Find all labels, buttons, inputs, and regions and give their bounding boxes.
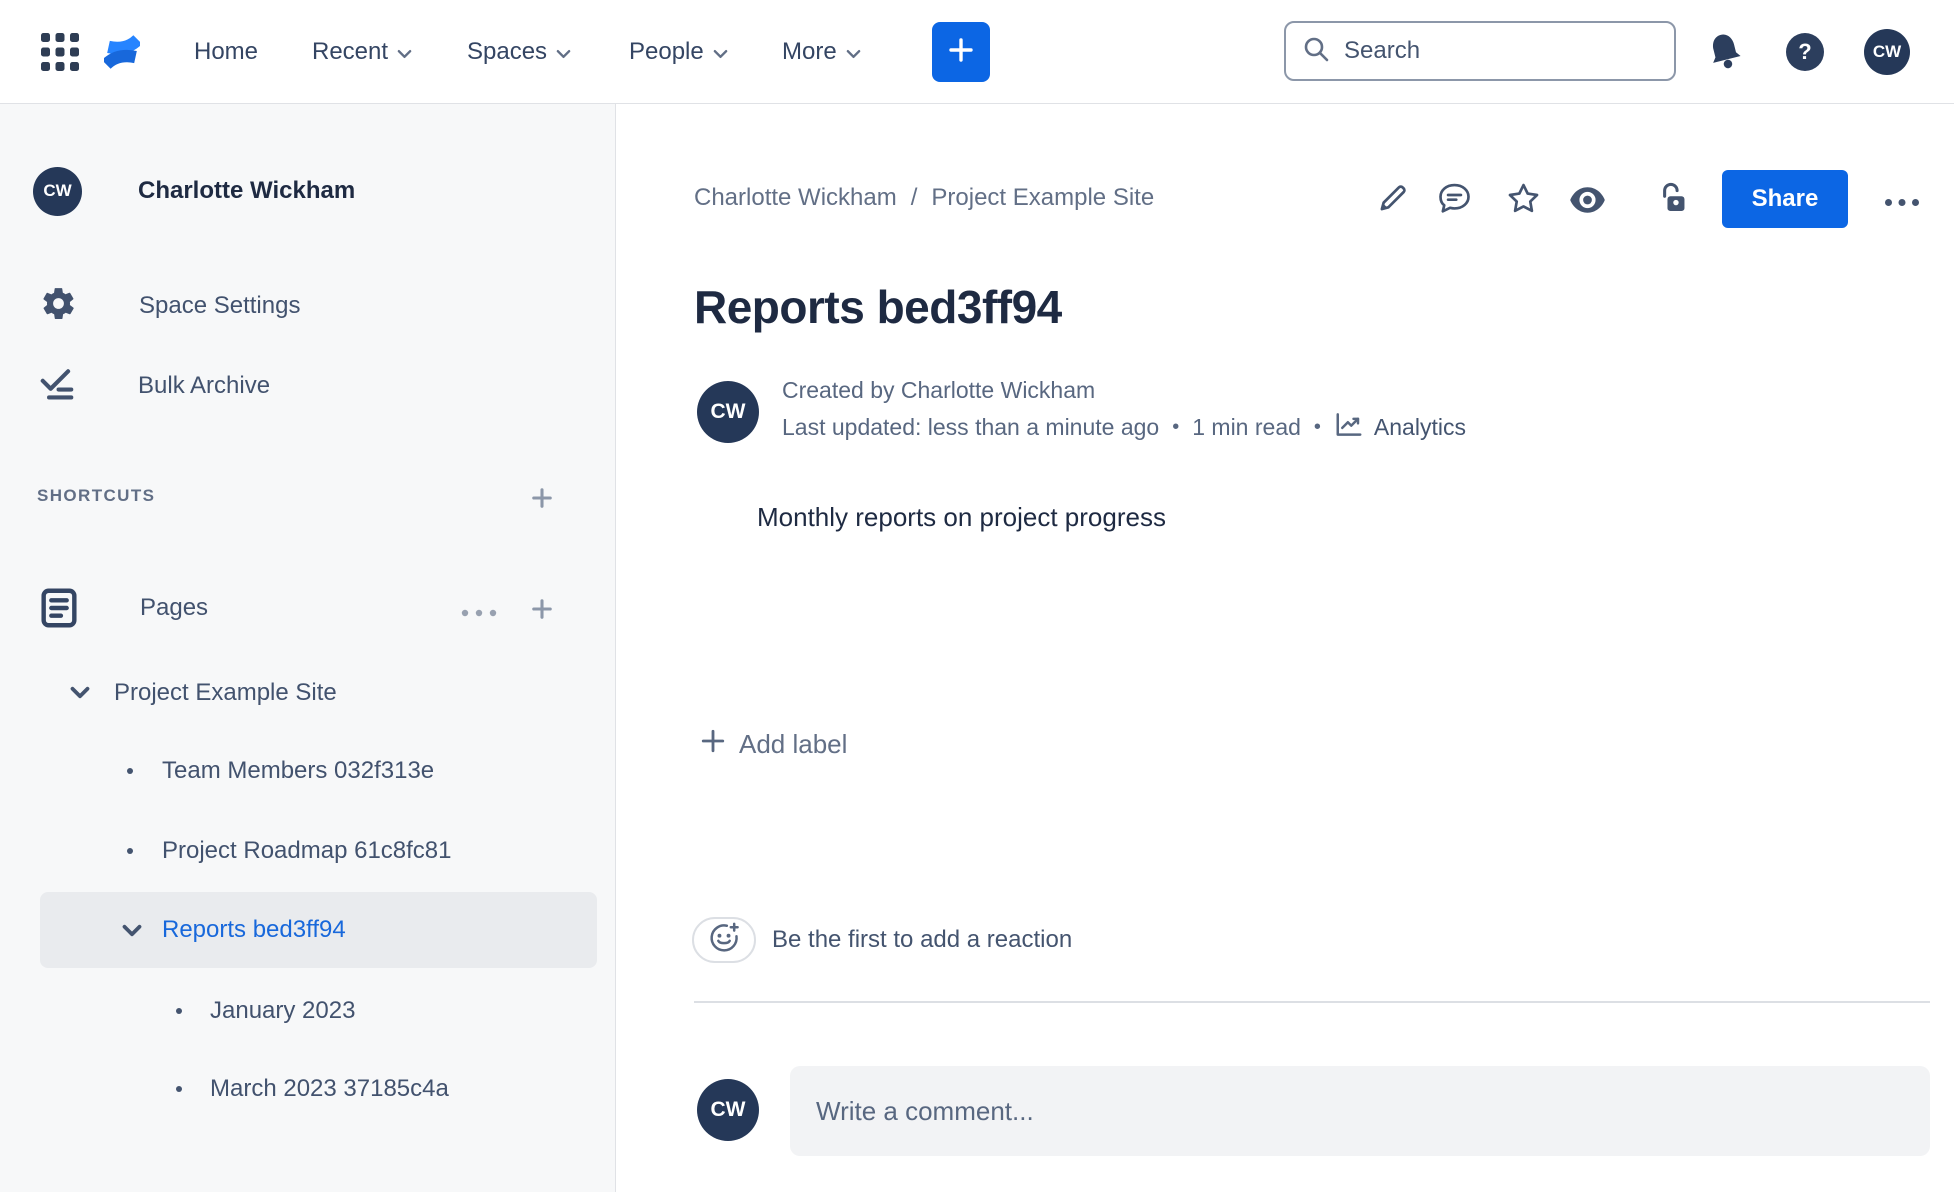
last-updated-text: Last updated: less than a minute ago xyxy=(782,414,1160,440)
help-icon[interactable]: ? xyxy=(1786,33,1824,71)
bullet-icon xyxy=(127,848,133,854)
comment-bubble-icon[interactable] xyxy=(1437,181,1472,221)
add-page-button[interactable] xyxy=(531,598,553,625)
sidebar-item-pages[interactable]: Pages xyxy=(140,594,208,622)
tree-item-label: January 2023 xyxy=(210,997,356,1024)
add-reaction-button[interactable] xyxy=(692,917,756,963)
top-navigation-bar: Home Recent Spaces People More Search ? … xyxy=(0,0,1954,104)
breadcrumb-separator: / xyxy=(910,184,918,211)
comment-input-box[interactable] xyxy=(790,1066,1930,1156)
confluence-app: Home Recent Spaces People More Search ? … xyxy=(0,0,1954,1192)
page-title: Reports bed3ff94 xyxy=(694,281,1062,333)
author-avatar[interactable]: CW xyxy=(697,381,759,443)
help-glyph: ? xyxy=(1798,39,1812,64)
collapse-chevron-icon[interactable] xyxy=(122,924,142,942)
avatar-initials: CW xyxy=(1872,42,1902,61)
chevron-down-icon xyxy=(397,38,412,66)
tree-item-label: March 2023 37185c4a xyxy=(210,1075,449,1102)
chevron-down-icon xyxy=(713,38,728,66)
tree-item-reports-label[interactable]: Reports bed3ff94 xyxy=(162,915,346,945)
edit-pencil-icon[interactable] xyxy=(1376,182,1409,220)
nav-recent-label: Recent xyxy=(312,38,389,65)
plus-icon xyxy=(700,728,726,761)
read-time-text: 1 min read xyxy=(1192,414,1301,440)
tree-item-project-example-site[interactable]: Project Example Site xyxy=(114,678,337,708)
page-more-icon[interactable] xyxy=(1884,194,1920,212)
user-avatar[interactable]: CW xyxy=(1864,29,1910,75)
confluence-logo-icon[interactable] xyxy=(104,0,140,104)
nav-recent[interactable]: Recent xyxy=(312,0,412,104)
unlock-icon[interactable] xyxy=(1655,181,1689,220)
tree-item-project-roadmap[interactable]: Project Roadmap 61c8fc81 xyxy=(127,836,452,866)
nav-more[interactable]: More xyxy=(782,0,861,104)
gear-icon xyxy=(40,285,77,327)
space-settings-label: Space Settings xyxy=(139,292,301,319)
bullet-icon xyxy=(176,1086,182,1092)
analytics-link[interactable]: Analytics xyxy=(1334,411,1466,444)
bulk-archive-label: Bulk Archive xyxy=(138,372,271,399)
tree-item-team-members[interactable]: Team Members 032f313e xyxy=(127,756,434,786)
watch-eye-icon[interactable] xyxy=(1569,185,1606,220)
tree-item-label: Reports bed3ff94 xyxy=(162,916,346,943)
bullet-icon xyxy=(176,1008,182,1014)
collapse-chevron-icon[interactable] xyxy=(70,686,90,704)
sidebar-item-bulk-archive[interactable]: Bulk Archive xyxy=(38,366,270,406)
commenter-avatar: CW xyxy=(697,1079,759,1141)
meta-separator: • xyxy=(1313,416,1321,438)
nav-spaces[interactable]: Spaces xyxy=(467,0,571,104)
tree-item-label: Project Roadmap 61c8fc81 xyxy=(162,837,452,864)
emoji-add-icon xyxy=(707,921,741,960)
chevron-down-icon xyxy=(556,38,571,66)
tree-item-january-2023[interactable]: January 2023 xyxy=(176,996,355,1026)
sidebar-item-space-settings[interactable]: Space Settings xyxy=(40,286,300,326)
reaction-prompt-text: Be the first to add a reaction xyxy=(772,926,1073,953)
bulk-archive-icon xyxy=(38,365,76,408)
nav-spaces-label: Spaces xyxy=(467,38,548,65)
breadcrumb: Charlotte Wickham / Project Example Site xyxy=(694,184,1154,212)
created-by-text: Created by Charlotte Wickham xyxy=(782,377,1096,403)
bullet-icon xyxy=(127,768,133,774)
plus-icon xyxy=(946,35,976,70)
share-label: Share xyxy=(1751,185,1819,212)
add-label-button[interactable]: Add label xyxy=(700,728,847,761)
pages-more-icon[interactable] xyxy=(461,604,497,622)
page-body-paragraph: Monthly reports on project progress xyxy=(757,502,1166,532)
analytics-chart-icon xyxy=(1334,411,1364,444)
space-avatar: CW xyxy=(33,166,82,216)
pages-icon[interactable] xyxy=(36,585,82,636)
space-name: Charlotte Wickham xyxy=(138,177,356,204)
tree-item-label: Team Members 032f313e xyxy=(162,757,435,784)
chevron-down-icon xyxy=(846,38,861,66)
avatar-initials: CW xyxy=(710,1098,746,1121)
nav-home-label: Home xyxy=(194,38,259,65)
meta-separator: • xyxy=(1172,416,1180,438)
space-sidebar: CW Charlotte Wickham Space Settings Bulk… xyxy=(0,104,616,1192)
comment-input[interactable] xyxy=(816,1095,1896,1127)
tree-item-label: Project Example Site xyxy=(114,679,337,706)
shortcuts-heading: SHORTCUTS xyxy=(37,486,156,505)
nav-people[interactable]: People xyxy=(629,0,728,104)
breadcrumb-space-link[interactable]: Charlotte Wickham xyxy=(694,184,897,212)
avatar-initials: CW xyxy=(710,400,746,423)
create-button[interactable] xyxy=(932,22,990,82)
page-meta-row: Last updated: less than a minute ago • 1… xyxy=(782,411,1466,444)
space-header[interactable]: CW Charlotte Wickham xyxy=(33,166,355,216)
share-button[interactable]: Share xyxy=(1722,170,1848,228)
notifications-bell-icon[interactable] xyxy=(1706,0,1744,104)
star-icon[interactable] xyxy=(1506,181,1541,221)
comments-divider xyxy=(694,1001,1930,1003)
app-switcher-icon[interactable] xyxy=(40,0,80,104)
space-avatar-initials: CW xyxy=(43,181,72,200)
tree-item-march-2023[interactable]: March 2023 37185c4a xyxy=(176,1074,449,1104)
nav-people-label: People xyxy=(629,38,704,65)
nav-more-label: More xyxy=(782,38,837,65)
search-input[interactable] xyxy=(1344,37,1644,65)
analytics-label: Analytics xyxy=(1373,414,1466,440)
search-box[interactable] xyxy=(1284,21,1676,81)
add-shortcut-button[interactable] xyxy=(531,487,553,514)
breadcrumb-parent-link[interactable]: Project Example Site xyxy=(931,184,1154,212)
search-icon xyxy=(1302,35,1330,68)
add-label-text: Add label xyxy=(739,729,848,759)
nav-home[interactable]: Home xyxy=(194,0,258,104)
